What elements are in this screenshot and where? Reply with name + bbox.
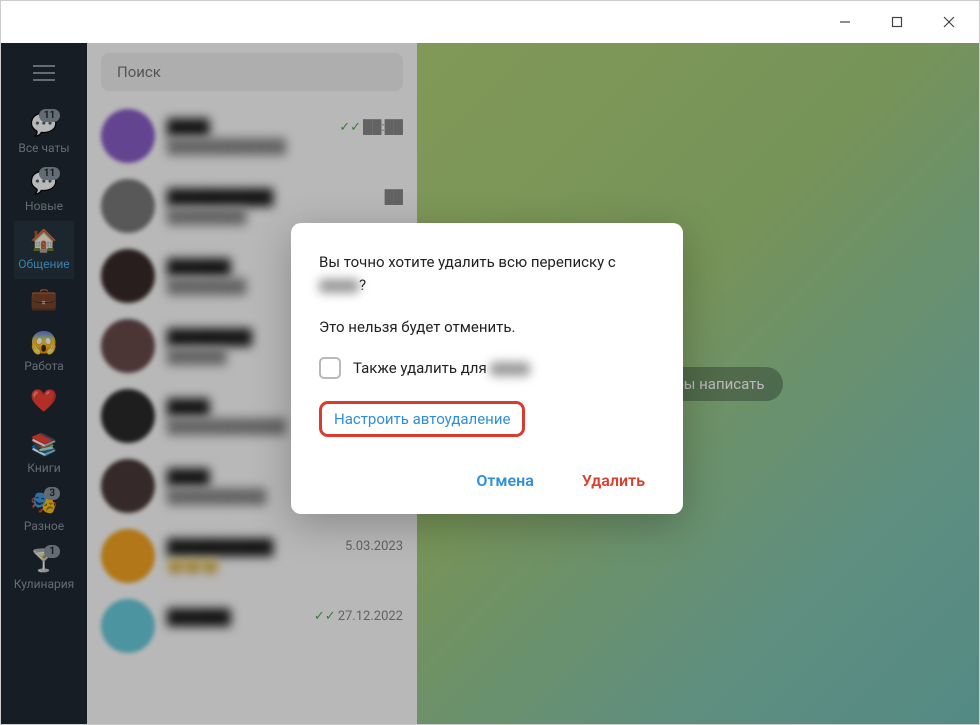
dialog-message-2: Это нельзя будет отменить. <box>319 316 655 339</box>
maximize-button[interactable] <box>875 7 919 37</box>
minimize-button[interactable] <box>823 7 867 37</box>
blurred-contact-name <box>490 362 530 376</box>
cancel-button[interactable]: Отмена <box>466 465 543 496</box>
delete-for-both-row[interactable]: Также удалить для <box>319 357 655 379</box>
close-button[interactable] <box>927 7 971 37</box>
dialog-message-1: Вы точно хотите удалить всю переписку с … <box>319 251 655 298</box>
delete-for-both-checkbox[interactable] <box>319 357 341 379</box>
configure-autodelete-link[interactable]: Настроить автоудаление <box>319 401 525 437</box>
delete-button[interactable]: Удалить <box>572 465 655 496</box>
window-titlebar <box>1 1 979 43</box>
delete-for-both-label: Также удалить для <box>353 359 530 377</box>
delete-history-dialog: Вы точно хотите удалить всю переписку с … <box>291 223 683 514</box>
blurred-contact-name <box>319 279 359 293</box>
